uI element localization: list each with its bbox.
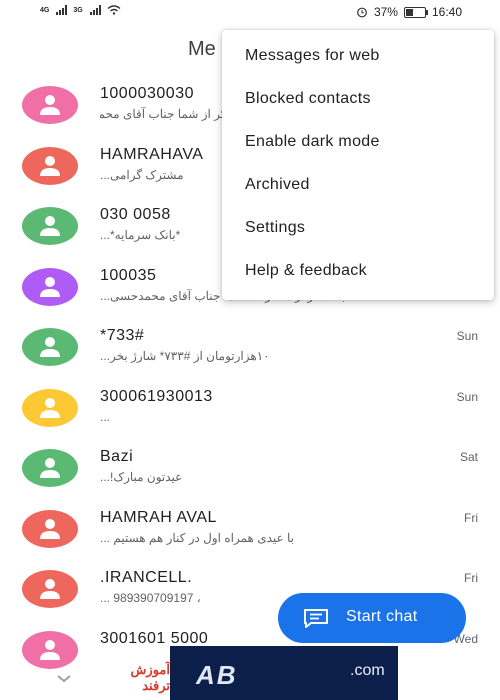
person-icon: [40, 216, 60, 236]
signal-icon: [56, 5, 68, 15]
avatar: [22, 388, 78, 427]
signal-icon: [89, 5, 101, 15]
sim1-label: 4G: [40, 6, 50, 14]
app-title: Me: [188, 38, 216, 60]
conversation-name: Bazi: [100, 448, 134, 465]
avatar: [22, 86, 78, 124]
watermark-logo-area: آموزش ترفند: [100, 646, 170, 700]
conversation-time: Sun: [456, 329, 478, 343]
avatar: [22, 570, 78, 608]
chevron-down-icon[interactable]: [56, 674, 72, 684]
person-icon: [40, 458, 60, 478]
person-icon: [40, 276, 60, 297]
avatar: [22, 328, 78, 366]
watermark-left-text: آموزش ترفند: [130, 662, 170, 693]
alarm-icon: [357, 7, 367, 18]
menu-item-blocked-contacts[interactable]: Blocked contacts: [245, 90, 371, 108]
conversation-row[interactable]: HAMRAH AVAL با عیدی همراه اول در کنار هم …: [0, 505, 500, 565]
menu-item-enable-dark-mode[interactable]: Enable dark mode: [245, 133, 380, 151]
menu-item-archived[interactable]: Archived: [245, 176, 310, 194]
sim2-label: 3G: [73, 6, 83, 14]
conversation-row[interactable]: Bazi عیدتون مبارک!... Sat: [0, 444, 500, 504]
conversation-snippet: ...: [100, 409, 111, 424]
conversation-name: 300061930013: [100, 387, 213, 405]
conversation-name: .IRANCELL.: [100, 569, 193, 586]
conversation-row[interactable]: *733# ۱۰هزارتومان از #۷۳۳* شارژ بخر... Sun: [0, 323, 500, 383]
overflow-menu: Messages for web Blocked contacts Enable…: [222, 30, 494, 300]
conversation-name: 030 0058: [100, 206, 171, 223]
conversation-row[interactable]: 300061930013... Sun: [0, 384, 500, 444]
status-bar: 4G 3G 37% 16:40: [0, 0, 500, 24]
menu-item-help-feedback[interactable]: Help & feedback: [245, 262, 367, 280]
battery-icon: [403, 6, 428, 18]
person-icon: [40, 155, 60, 176]
start-chat-label: Start chat: [346, 608, 418, 625]
conversation-time: Sun: [456, 389, 478, 404]
start-chat-button[interactable]: Start chat: [278, 593, 466, 643]
status-left: 4G 3G: [40, 5, 121, 15]
conversation-snippet: با عیدی همراه اول در کنار هم هستیم ...: [100, 530, 294, 545]
person-icon: [40, 518, 60, 539]
avatar: [22, 449, 78, 487]
watermark-banner: آموزش ترفند AB .com: [100, 646, 398, 700]
avatar: [22, 146, 78, 185]
status-right: 37% 16:40: [356, 5, 462, 19]
person-icon: [40, 397, 60, 418]
person-icon: [40, 337, 60, 357]
chat-icon: [304, 609, 328, 628]
person-icon: [40, 579, 60, 599]
battery-level: [405, 8, 413, 16]
conversation-name: HAMRAHAVA: [100, 145, 204, 163]
conversation-name: HAMRAH AVAL: [100, 508, 217, 526]
conversation-name: 1000030030: [100, 85, 194, 102]
conversation-snippet: عیدتون مبارک!...: [100, 470, 183, 484]
avatar: [22, 207, 78, 245]
avatar: [22, 630, 78, 669]
avatar: [22, 509, 78, 548]
conversation-snippet: ۱۰هزارتومان از #۷۳۳* شارژ بخر...: [100, 349, 270, 363]
conversation-name: 3001601 5000: [100, 629, 209, 647]
watermark-logo-text: AB: [196, 660, 238, 690]
menu-item-messages-for-web[interactable]: Messages for web: [245, 47, 380, 65]
conversation-name: *733#: [100, 327, 145, 344]
menu-item-settings[interactable]: Settings: [245, 219, 305, 237]
battery-percent: 37%: [373, 5, 398, 19]
clock: 16:40: [431, 5, 462, 19]
conversation-time: Sat: [459, 450, 478, 464]
person-icon: [40, 639, 60, 660]
conversation-time: Fri: [464, 510, 478, 525]
watermark-domain-suffix: .com: [350, 662, 385, 679]
avatar: [22, 267, 78, 306]
conversation-time: Fri: [464, 571, 478, 585]
person-icon: [40, 95, 60, 115]
conversation-name: 100035: [100, 266, 157, 284]
wifi-icon: [107, 5, 121, 15]
